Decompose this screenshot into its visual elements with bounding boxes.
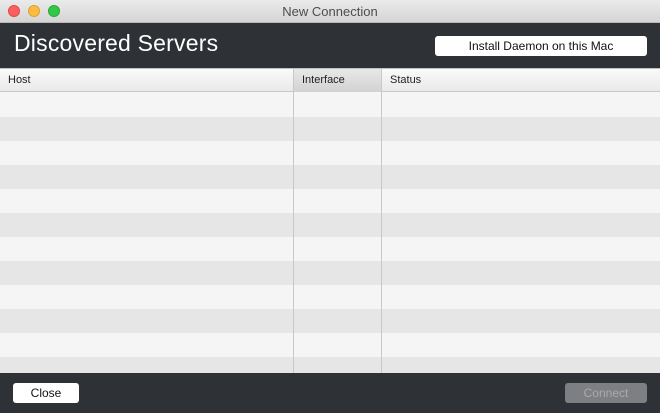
column-divider-status xyxy=(381,68,382,373)
install-daemon-button[interactable]: Install Daemon on this Mac xyxy=(435,36,647,56)
column-header-host[interactable]: Host xyxy=(0,69,293,92)
table-body[interactable] xyxy=(0,93,660,373)
table-row xyxy=(0,357,660,373)
table-row xyxy=(0,261,660,285)
table-row xyxy=(0,309,660,333)
table-row xyxy=(0,93,660,117)
column-header-status[interactable]: Status xyxy=(381,69,660,92)
servers-table: Host Interface Status xyxy=(0,68,660,373)
window-title: New Connection xyxy=(282,4,378,19)
column-header-interface[interactable]: Interface xyxy=(293,69,381,92)
column-divider-interface xyxy=(293,68,294,373)
table-row xyxy=(0,117,660,141)
table-row xyxy=(0,333,660,357)
close-button[interactable]: Close xyxy=(13,383,79,403)
table-row xyxy=(0,189,660,213)
table-row xyxy=(0,213,660,237)
footer-panel: Close Connect xyxy=(0,373,660,413)
table-row xyxy=(0,165,660,189)
new-connection-window: New Connection Discovered Servers Instal… xyxy=(0,0,660,413)
connect-button[interactable]: Connect xyxy=(565,383,647,403)
page-title: Discovered Servers xyxy=(14,30,219,56)
title-bar: New Connection xyxy=(0,0,660,23)
table-row xyxy=(0,237,660,261)
table-row xyxy=(0,285,660,309)
table-row xyxy=(0,141,660,165)
table-header: Host Interface Status xyxy=(0,68,660,92)
header-panel: Discovered Servers Install Daemon on thi… xyxy=(0,23,660,68)
